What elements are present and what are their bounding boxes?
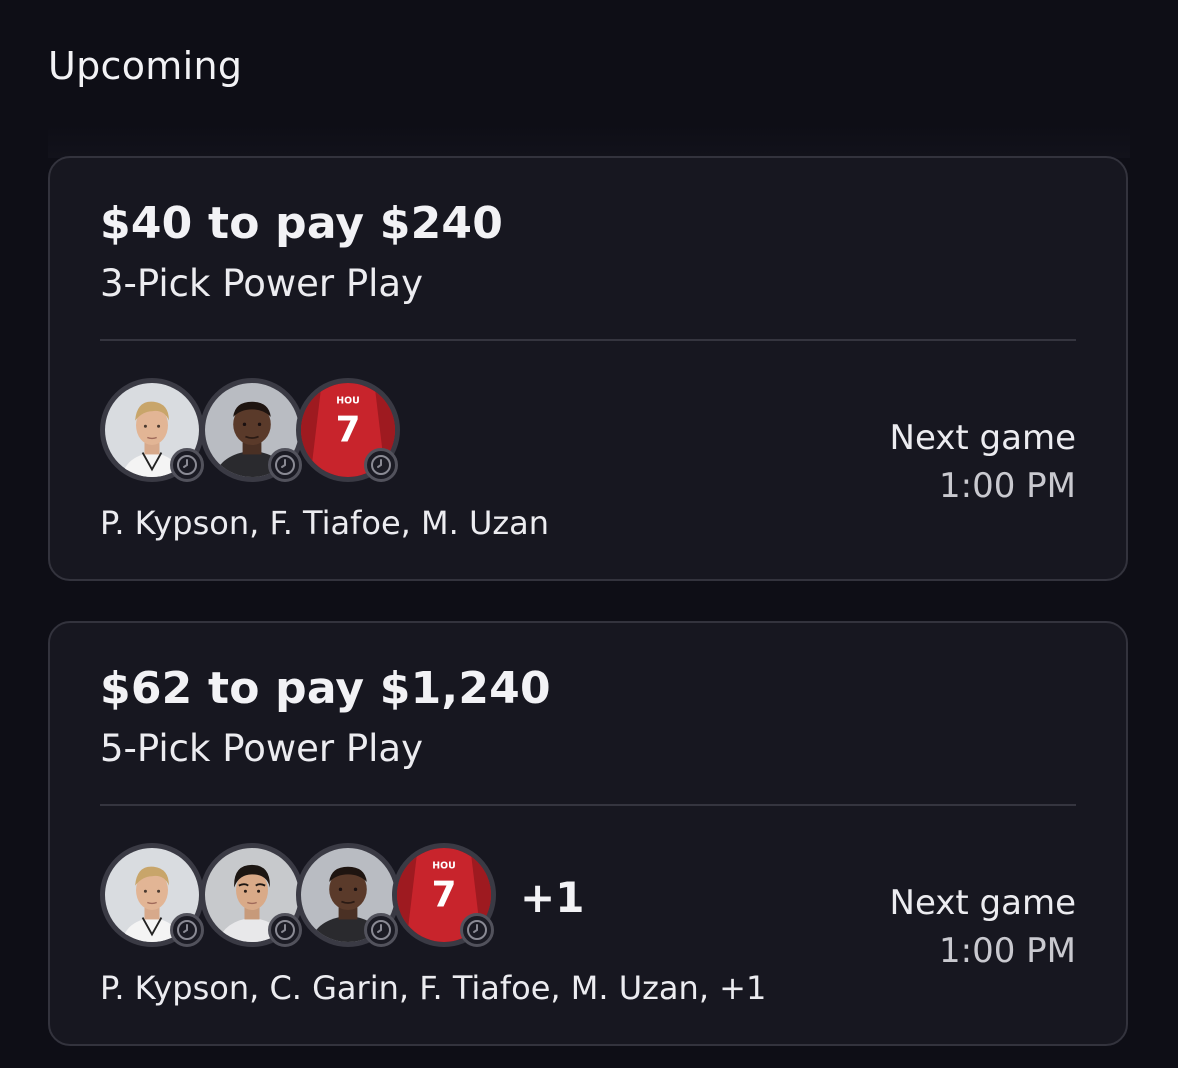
clock-icon	[364, 913, 398, 947]
jersey-team: HOU	[432, 861, 455, 872]
next-game-label: Next game	[889, 883, 1076, 923]
next-game-time: 1:00 PM	[939, 466, 1076, 506]
clock-icon	[364, 448, 398, 482]
entry-player-names: P. Kypson, F. Tiafoe, M. Uzan	[100, 504, 550, 542]
entry-play-type: 3-Pick Power Play	[100, 262, 423, 305]
clock-icon	[170, 913, 204, 947]
clock-icon	[268, 448, 302, 482]
clock-icon	[268, 913, 302, 947]
card-divider	[100, 339, 1076, 341]
entry-play-type: 5-Pick Power Play	[100, 727, 423, 770]
jersey-number: 7	[336, 409, 361, 450]
entry-card-1[interactable]: $40 to pay $240 3-Pick Power Play HOU 7 …	[48, 156, 1128, 581]
entry-payout: $62 to pay $1,240	[100, 663, 551, 714]
entry-player-names: P. Kypson, C. Garin, F. Tiafoe, M. Uzan,…	[100, 969, 767, 1007]
card-divider	[100, 804, 1076, 806]
clock-icon	[170, 448, 204, 482]
entry-card-2[interactable]: $62 to pay $1,240 5-Pick Power Play HOU …	[48, 621, 1128, 1046]
scroll-fade	[48, 124, 1130, 158]
jersey-team: HOU	[336, 396, 359, 407]
more-players-count: +1	[520, 873, 585, 922]
entry-payout: $40 to pay $240	[100, 198, 504, 249]
clock-icon	[460, 913, 494, 947]
next-game-label: Next game	[889, 418, 1076, 458]
jersey-number: 7	[432, 874, 457, 915]
section-title: Upcoming	[48, 44, 243, 88]
next-game-time: 1:00 PM	[939, 931, 1076, 971]
